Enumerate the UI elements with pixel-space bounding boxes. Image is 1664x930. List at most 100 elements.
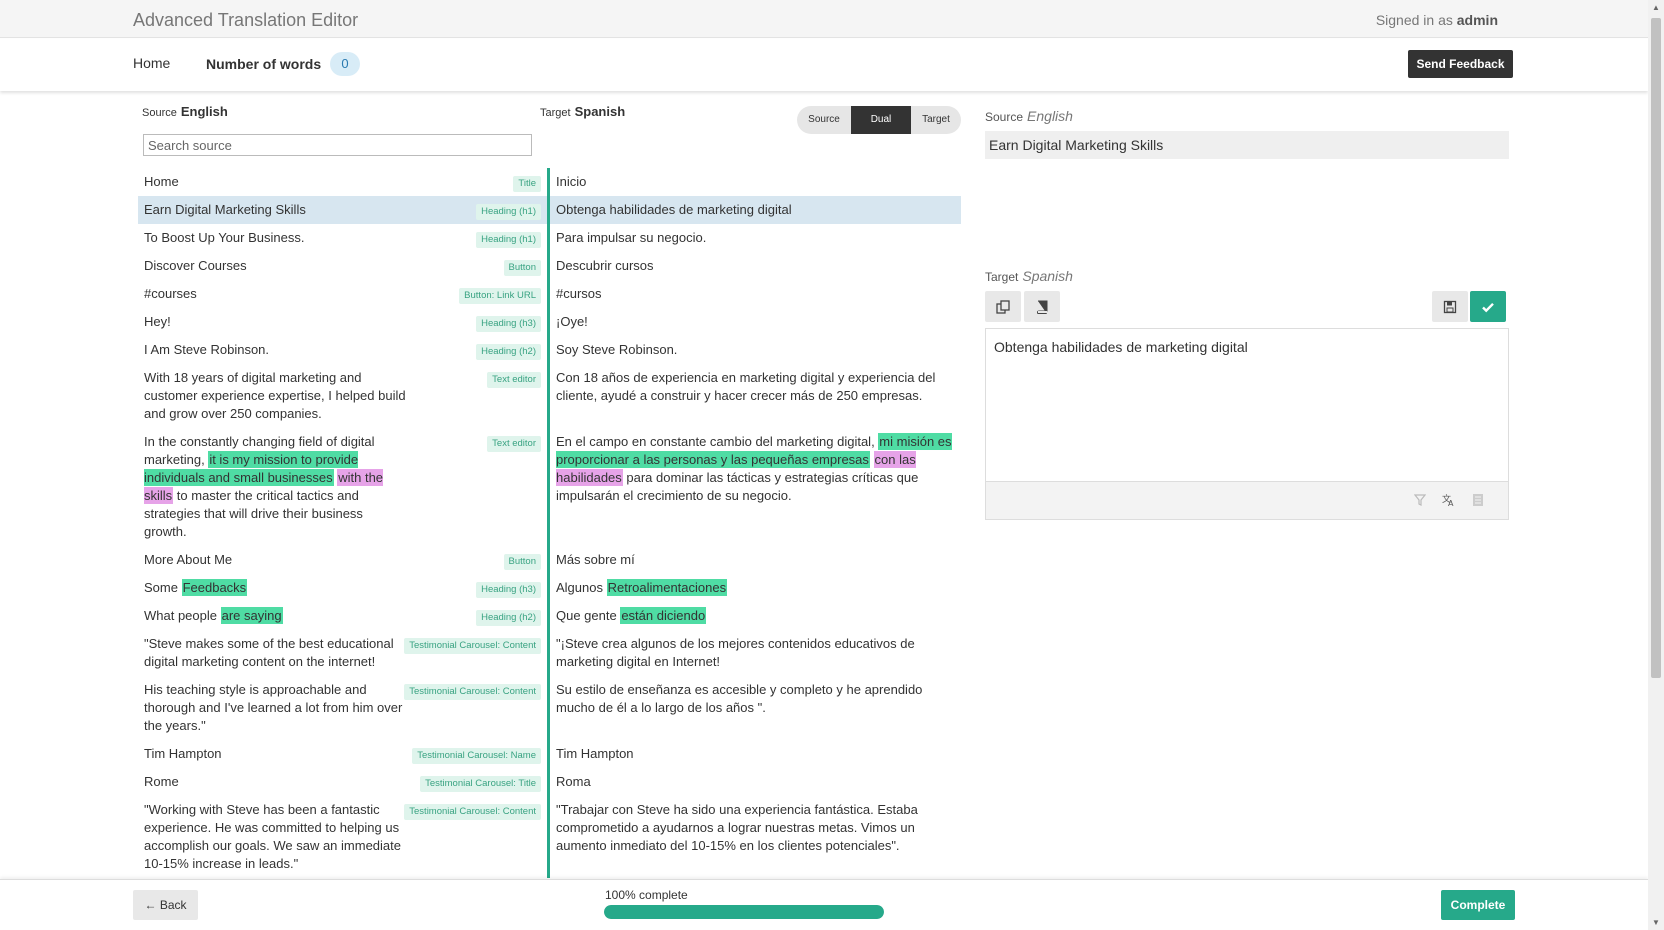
confirm-translation-button[interactable] [1470, 291, 1506, 322]
segment-target-text[interactable]: "Trabajar con Steve ha sido una experien… [550, 796, 961, 878]
segment-source-text: "Steve makes some of the best educationa… [138, 630, 547, 676]
segment-target-text[interactable]: Para impulsar su negocio. [550, 224, 961, 252]
signed-in-user[interactable]: admin [1457, 12, 1498, 28]
segment-target-text[interactable]: Soy Steve Robinson. [550, 336, 961, 364]
segment-type-tag: Testimonial Carousel: Title [420, 776, 541, 792]
segment-target-text[interactable]: Roma [550, 768, 961, 796]
save-button[interactable] [1432, 291, 1468, 322]
segment-row[interactable]: Discover Courses Button Descubrir cursos [138, 252, 961, 280]
target-label: Target [540, 107, 571, 119]
scroll-down-icon[interactable]: ▼ [1652, 918, 1660, 927]
save-icon [1443, 300, 1457, 313]
signed-in-status: Signed in as admin [1376, 12, 1498, 28]
segment-row[interactable]: To Boost Up Your Business. Heading (h1) Pa… [138, 224, 961, 252]
segment-row[interactable]: I Am Steve Robinson. Heading (h2) Soy Stev… [138, 336, 961, 364]
target-text-part: Su estilo de enseñanza es accesible y co… [556, 682, 923, 715]
segment-row[interactable]: Some Feedbacks Heading (h3) Algunos Retroa… [138, 574, 961, 602]
progress-fill [604, 905, 884, 919]
segment-row[interactable]: #courses Button: Link URL #cursos [138, 280, 961, 308]
source-text-part: What people [144, 608, 221, 623]
segment-target-text[interactable]: Descubrir cursos [550, 252, 961, 280]
segment-list: Home Title Inicio Earn Digital Marketing Sk… [138, 168, 961, 878]
segment-row[interactable]: "Working with Steve has been a fantastic… [138, 796, 961, 878]
segment-type-tag: Button [503, 260, 541, 276]
source-text-part: #courses [144, 286, 197, 301]
source-text-part: I Am Steve Robinson. [144, 342, 270, 357]
source-text-part: Tim Hampton [144, 746, 222, 761]
segment-type-tag: Heading (h2) [476, 610, 541, 626]
detail-source-text: Earn Digital Marketing Skills [985, 131, 1509, 159]
svg-text:A: A [1448, 499, 1454, 507]
source-text-part: His teaching style is approachable and t… [144, 682, 403, 733]
segment-source-text: Rome Testimonial Carousel: Title [138, 768, 547, 796]
send-feedback-button[interactable]: Send Feedback [1408, 50, 1513, 78]
scroll-up-icon[interactable]: ▲ [1652, 3, 1660, 12]
view-mode-dual[interactable]: Dual [851, 106, 911, 134]
detail-target-header: Target Spanish [985, 268, 1073, 284]
segment-target-text[interactable]: #cursos [550, 280, 961, 308]
complete-button[interactable]: Complete [1441, 890, 1515, 920]
segment-row[interactable]: "Steve makes some of the best educationa… [138, 630, 961, 676]
segment-source-text: Tim Hampton Testimonial Carousel: Name [138, 740, 547, 768]
segment-source-text: I Am Steve Robinson. Heading (h2) [138, 336, 547, 364]
target-text-part: Más sobre mí [556, 552, 635, 567]
glossary-button[interactable] [1024, 291, 1060, 322]
page-scrollbar[interactable]: ▲ ▼ [1648, 0, 1664, 930]
segment-target-text[interactable]: Con 18 años de experiencia en marketing … [550, 364, 961, 428]
source-highlight: are saying [220, 607, 283, 624]
confirm-check-icon [1482, 302, 1494, 312]
segment-target-text[interactable]: Inicio [550, 168, 961, 196]
progress-label: 100% complete [605, 888, 688, 902]
target-text-part [870, 452, 874, 467]
segment-source-text: Home Title [138, 168, 547, 196]
segment-row[interactable]: In the constantly changing field of digi… [138, 428, 961, 546]
word-count-label: Number of words [206, 56, 322, 72]
segment-target-text[interactable]: Que gente están diciendo [550, 602, 961, 630]
segment-source-text: #courses Button: Link URL [138, 280, 547, 308]
target-editor-text[interactable]: Obtenga habilidades de marketing digital [986, 329, 1508, 482]
segment-source-text: What people are saying Heading (h2) [138, 602, 547, 630]
segment-row[interactable]: Earn Digital Marketing Skills Heading (h1… [138, 196, 961, 224]
document-icon[interactable] [1472, 493, 1484, 510]
filter-icon[interactable] [1413, 493, 1427, 510]
segment-source-text: "Working with Steve has been a fantastic… [138, 796, 547, 878]
segment-target-text[interactable]: Obtenga habilidades de marketing digital [550, 196, 961, 224]
segment-target-text[interactable]: Tim Hampton [550, 740, 961, 768]
segment-source-text: With 18 years of digital marketing and c… [138, 364, 547, 428]
segment-target-text[interactable]: "¡Steve crea algunos de los mejores cont… [550, 630, 961, 676]
back-button[interactable]: ← Back [133, 890, 198, 920]
segment-target-text[interactable]: Más sobre mí [550, 546, 961, 574]
target-text-part: ¡Oye! [556, 314, 588, 329]
segment-type-tag: Testimonial Carousel: Name [412, 748, 541, 764]
segment-target-text[interactable]: En el campo en constante cambio del mark… [550, 428, 961, 546]
copy-source-button[interactable] [985, 291, 1021, 322]
segment-row[interactable]: What people are saying Heading (h2) Que ge… [138, 602, 961, 630]
segment-row[interactable]: His teaching style is approachable and t… [138, 676, 961, 740]
target-text-part: Algunos [556, 580, 607, 595]
segment-type-tag: Testimonial Carousel: Content [404, 638, 541, 654]
scrollbar-thumb[interactable] [1651, 18, 1661, 678]
segment-target-text[interactable]: Algunos Retroalimentaciones [550, 574, 961, 602]
segment-row[interactable]: Home Title Inicio [138, 168, 961, 196]
search-source-input[interactable] [143, 134, 532, 156]
translate-icon[interactable]: 文A [1442, 493, 1456, 510]
segment-target-text[interactable]: Su estilo de enseñanza es accesible y co… [550, 676, 961, 740]
source-text-part: Earn Digital Marketing Skills [144, 202, 306, 217]
view-mode-target[interactable]: Target [911, 106, 961, 134]
segment-row[interactable]: With 18 years of digital marketing and c… [138, 364, 961, 428]
segment-row[interactable]: Tim Hampton Testimonial Carousel: Name Tim… [138, 740, 961, 768]
segment-source-text: Some Feedbacks Heading (h3) [138, 574, 547, 602]
word-count-badge: 0 [330, 52, 360, 76]
nav-home-link[interactable]: Home [133, 55, 170, 71]
segment-target-text[interactable]: ¡Oye! [550, 308, 961, 336]
detail-source-header: Source English [985, 108, 1073, 124]
top-bar: Advanced Translation Editor Signed in as… [0, 0, 1648, 38]
source-text-part: "Steve makes some of the best educationa… [144, 636, 394, 669]
segment-row[interactable]: More About Me Button Más sobre mí [138, 546, 961, 574]
view-mode-source[interactable]: Source [797, 106, 851, 134]
target-text-part: Que gente [556, 608, 621, 623]
target-editor[interactable]: Obtenga habilidades de marketing digital… [985, 328, 1509, 520]
segment-row[interactable]: Rome Testimonial Carousel: Title Roma [138, 768, 961, 796]
segment-row[interactable]: Hey! Heading (h3) ¡Oye! [138, 308, 961, 336]
detail-target-label: Target [985, 270, 1019, 284]
